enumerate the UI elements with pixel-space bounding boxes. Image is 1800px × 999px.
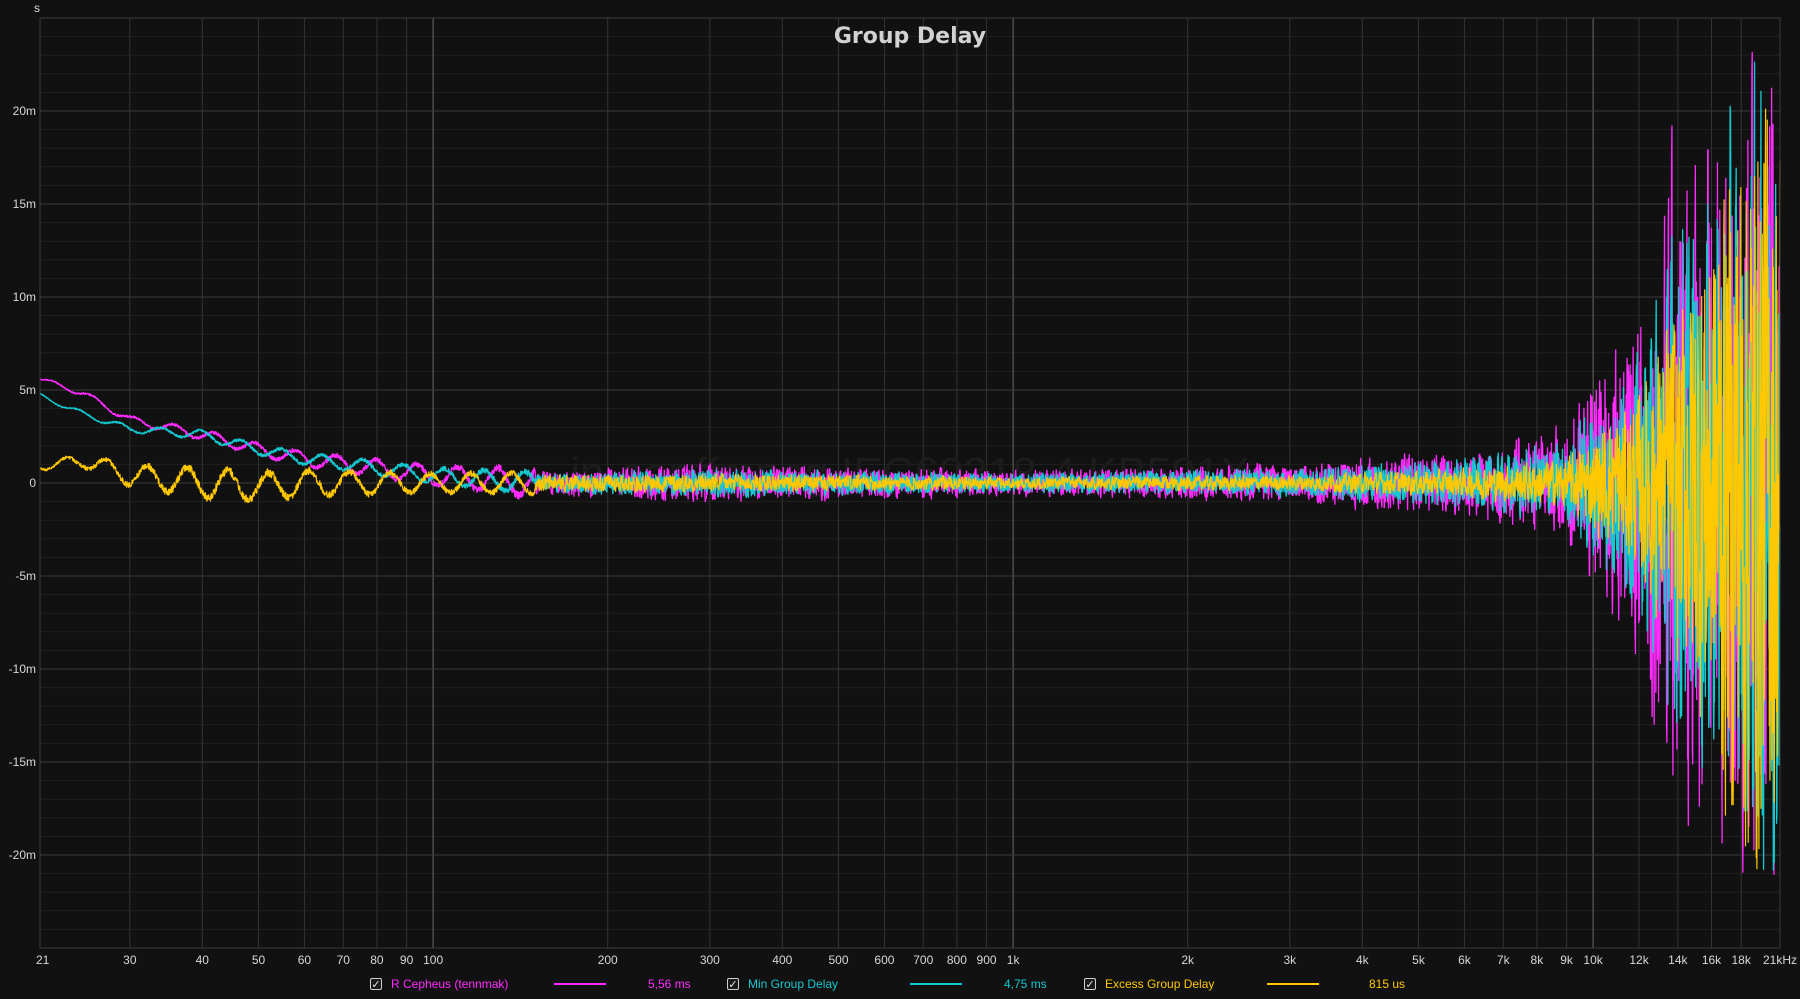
y-tick-label: -5m (15, 569, 36, 583)
x-tick-label: 200 (598, 953, 618, 967)
checkbox-checked-icon[interactable]: ✓ (370, 978, 382, 991)
x-tick-label: 40 (196, 953, 210, 967)
x-tick-label: 500 (828, 953, 848, 967)
y-tick-label: -10m (9, 662, 36, 676)
x-tick-label: 60 (298, 953, 312, 967)
x-tick-label: 18k (1731, 953, 1751, 967)
x-tick-label: 4k (1356, 953, 1370, 967)
y-tick-label: -20m (9, 848, 36, 862)
x-tick-label: 10k (1583, 953, 1603, 967)
x-tick-label: 900 (977, 953, 997, 967)
x-tick-label: 12k (1629, 953, 1649, 967)
y-tick-label: 5m (19, 383, 36, 397)
x-tick-label: 80 (370, 953, 384, 967)
legend-series-name: R Cepheus (tennmak) (391, 977, 509, 991)
y-axis-unit: s (34, 1, 40, 15)
x-tick-label: 21 (36, 953, 50, 967)
y-tick-label: 20m (13, 104, 36, 118)
legend-swatch-yellow (1267, 983, 1319, 985)
x-tick-label: 700 (913, 953, 933, 967)
legend-series-value: 815 us (1369, 977, 1406, 991)
x-tick-label: 30 (123, 953, 137, 967)
legend-series-name: Min Group Delay (748, 977, 839, 991)
legend: ✓ R Cepheus (tennmak) 5,56 ms ✓ Min Grou… (0, 974, 1800, 996)
x-tick-label: 3k (1283, 953, 1297, 967)
x-tick-label: 70 (337, 953, 351, 967)
legend-item-min-group-delay[interactable]: ✓ Min Group Delay (727, 974, 838, 994)
x-axis-ticks: 21 30 40 50 60 70 80 90 100 200 300 400 500 600 700 800… (36, 953, 1797, 967)
legend-item-excess-group-delay[interactable]: ✓ Excess Group Delay (1084, 974, 1214, 994)
x-tick-label: 300 (700, 953, 720, 967)
x-tick-label: 7k (1497, 953, 1511, 967)
x-tick-label: 100 (423, 953, 443, 967)
x-tick-label: 2k (1181, 953, 1195, 967)
legend-swatch-magenta (554, 983, 606, 985)
x-tick-label: 8k (1531, 953, 1545, 967)
x-tick-label: 1k (1007, 953, 1021, 967)
legend-series-value: 4,75 ms (1004, 977, 1047, 991)
x-tick-label: 90 (400, 953, 414, 967)
x-tick-label: 16k (1702, 953, 1722, 967)
legend-item-r-cepheus[interactable]: ✓ R Cepheus (tennmak) (370, 974, 508, 994)
legend-swatch-cyan (910, 983, 962, 985)
x-tick-label: 21kHz (1763, 953, 1797, 967)
x-tick-label: 6k (1458, 953, 1472, 967)
checkbox-checked-icon[interactable]: ✓ (1084, 978, 1096, 991)
x-tick-label: 600 (874, 953, 894, 967)
legend-series-name: Excess Group Delay (1105, 977, 1215, 991)
group-delay-chart: in-ear ffmpeg IEC60318-4 KB501X 21 30 40 50… (0, 0, 1800, 999)
checkbox-checked-icon[interactable]: ✓ (727, 978, 739, 991)
chart-title: Group Delay (834, 24, 986, 49)
x-tick-label: 50 (252, 953, 266, 967)
x-tick-label: 5k (1412, 953, 1426, 967)
legend-series-value: 5,56 ms (648, 977, 691, 991)
y-tick-label: -15m (9, 755, 36, 769)
x-tick-label: 400 (772, 953, 792, 967)
y-tick-label: 0 (29, 476, 36, 490)
y-tick-label: 10m (13, 290, 36, 304)
y-tick-label: 15m (13, 197, 36, 211)
x-tick-label: 800 (947, 953, 967, 967)
x-tick-label: 9k (1560, 953, 1574, 967)
x-tick-label: 14k (1668, 953, 1688, 967)
